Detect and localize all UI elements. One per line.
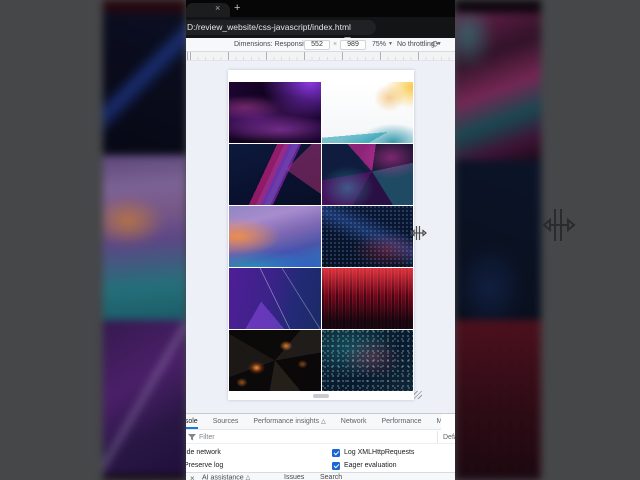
browser-window: × + D:/review_website/css-javascript/ind… — [186, 0, 455, 480]
device-viewport-page — [228, 70, 414, 400]
drawer-tab-issues[interactable]: Issues — [284, 474, 304, 480]
experiment-icon: △ — [321, 418, 326, 425]
filter-input[interactable]: Filter — [199, 431, 215, 443]
wallpaper-thumbnail-2[interactable] — [321, 82, 413, 143]
devtools-tab-memory[interactable]: Memory — [437, 414, 441, 429]
wallpaper-thumbnail-4[interactable] — [321, 144, 413, 205]
browser-tab-bar: × + — [186, 0, 455, 17]
address-bar: D:/review_website/css-javascript/index.h… — [186, 17, 455, 49]
scrollbar-thumb[interactable] — [313, 394, 329, 398]
device-width-input[interactable]: 552 — [304, 40, 330, 50]
device-mode-toolbar: Dimensions: Responsive ▼ 552 × 989 75% ▼… — [186, 38, 455, 52]
checkbox-icon[interactable] — [332, 449, 340, 457]
devtools-tab-console[interactable]: Console — [186, 414, 198, 429]
viewport-corner-resize-grip[interactable] — [414, 391, 422, 399]
wallpaper-thumbnail-10[interactable] — [321, 330, 413, 391]
blurred-background-right — [455, 0, 541, 480]
log-levels-dropdown[interactable]: Default levels — [437, 431, 455, 443]
console-filter-bar: Filter Default levels — [186, 431, 455, 444]
resize-cursor-icon-large — [542, 209, 576, 241]
omnibox[interactable]: D:/review_website/css-javascript/index.h… — [186, 20, 376, 35]
devtools-tab-sources[interactable]: Sources — [213, 414, 239, 429]
rotate-device-icon[interactable]: ⟳ — [432, 39, 440, 50]
url-text[interactable]: D:/review_website/css-javascript/index.h… — [187, 20, 351, 35]
drawer-tab-search[interactable]: Search — [320, 474, 342, 480]
dimensions-multiply-sign: × — [333, 41, 338, 48]
wallpaper-thumbnail-3[interactable] — [229, 144, 321, 205]
wallpaper-thumbnail-7[interactable] — [229, 268, 321, 329]
wallpaper-thumbnail-5[interactable] — [229, 206, 321, 267]
experiment-icon: △ — [245, 475, 251, 480]
new-tab-button[interactable]: + — [234, 2, 240, 15]
checkbox-icon[interactable] — [332, 462, 340, 470]
devtools-panel: Console Sources Performance insights△ Ne… — [186, 413, 455, 480]
browser-tab[interactable] — [186, 3, 230, 17]
wallpaper-thumbnail-6[interactable] — [321, 206, 413, 267]
devtools-tab-network[interactable]: Network — [341, 414, 367, 429]
device-mode-ruler — [186, 52, 455, 61]
checkbox-hide-network[interactable]: Hide network — [186, 448, 221, 458]
devtools-tab-bar: Console Sources Performance insights△ Ne… — [186, 414, 441, 430]
drawer-tab-ai-assistance[interactable]: AI assistance △ — [202, 474, 250, 480]
devtools-tab-performance[interactable]: Performance — [381, 414, 421, 429]
devtools-tab-performance-insights[interactable]: Performance insights △ — [253, 414, 325, 429]
blurred-background-left — [103, 0, 186, 480]
wallpaper-thumbnail-8[interactable] — [321, 268, 413, 329]
tab-close-icon[interactable]: × — [215, 3, 220, 14]
checkbox-log-xmlhttprequests[interactable]: Log XMLHttpRequests — [332, 448, 414, 458]
drawer-close-icon[interactable]: × — [190, 474, 195, 480]
devtools-drawer-tab-bar: × AI assistance △ Issues Search — [186, 472, 455, 480]
console-settings: Hide network Preserve log Log XMLHttpReq… — [186, 444, 455, 472]
zoom-dropdown[interactable]: 75% ▼ — [372, 38, 393, 51]
screen: × + D:/review_website/css-javascript/ind… — [0, 0, 640, 480]
checkbox-eager-evaluation[interactable]: Eager evaluation — [332, 461, 397, 471]
filter-funnel-icon — [188, 434, 196, 441]
checkbox-preserve-log[interactable]: Preserve log — [186, 461, 223, 471]
device-height-input[interactable]: 989 — [340, 40, 366, 50]
wallpaper-grid — [229, 82, 413, 391]
resize-cursor-icon[interactable] — [410, 224, 427, 242]
wallpaper-thumbnail-9[interactable] — [229, 330, 321, 391]
wallpaper-thumbnail-1[interactable] — [229, 82, 321, 143]
